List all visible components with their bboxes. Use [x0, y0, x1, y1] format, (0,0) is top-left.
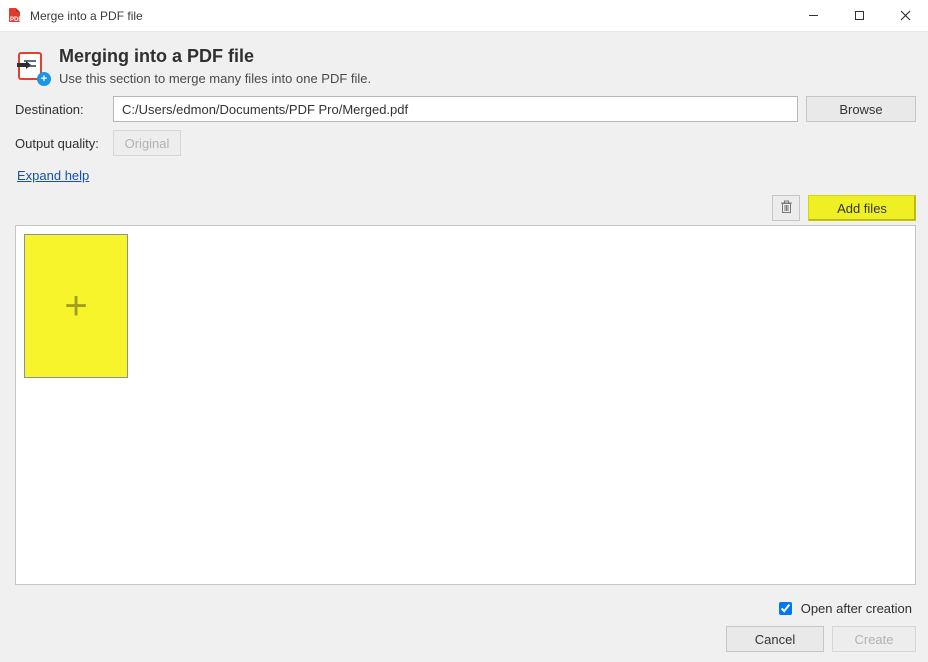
open-after-creation-label: Open after creation: [801, 601, 912, 616]
dialog-actions: Cancel Create: [3, 618, 928, 662]
add-files-button[interactable]: Add files: [808, 195, 916, 221]
open-after-creation-checkbox[interactable]: [779, 602, 792, 615]
maximize-button[interactable]: [836, 0, 882, 31]
plus-icon: +: [64, 286, 87, 326]
window-title: Merge into a PDF file: [30, 9, 143, 23]
dialog-body: + Merging into a PDF file Use this secti…: [0, 32, 928, 650]
expand-help-link[interactable]: Expand help: [15, 168, 89, 183]
destination-label: Destination:: [15, 102, 113, 117]
cancel-button[interactable]: Cancel: [726, 626, 824, 652]
app-pdf-icon: PDF: [8, 8, 24, 24]
open-after-creation-wrap[interactable]: Open after creation: [775, 599, 912, 618]
dialog-subtitle: Use this section to merge many files int…: [59, 71, 371, 86]
add-file-placeholder[interactable]: +: [24, 234, 128, 378]
dialog-header: + Merging into a PDF file Use this secti…: [3, 32, 928, 96]
window-controls: [790, 0, 928, 31]
output-quality-button[interactable]: Original: [113, 130, 181, 156]
files-drop-area[interactable]: +: [15, 225, 916, 585]
file-toolbar: Add files: [3, 191, 928, 225]
close-button[interactable]: [882, 0, 928, 31]
titlebar: PDF Merge into a PDF file: [0, 0, 928, 32]
output-quality-label: Output quality:: [15, 136, 113, 151]
minimize-button[interactable]: [790, 0, 836, 31]
dialog-title: Merging into a PDF file: [59, 46, 371, 67]
trash-icon: [780, 200, 793, 217]
merge-pdf-icon: +: [15, 50, 49, 84]
footer-options: Open after creation: [3, 593, 928, 618]
create-button[interactable]: Create: [832, 626, 916, 652]
delete-button[interactable]: [772, 195, 800, 221]
browse-button[interactable]: Browse: [806, 96, 916, 122]
destination-input[interactable]: [113, 96, 798, 122]
form-area: Destination: Browse Output quality: Orig…: [3, 96, 928, 191]
